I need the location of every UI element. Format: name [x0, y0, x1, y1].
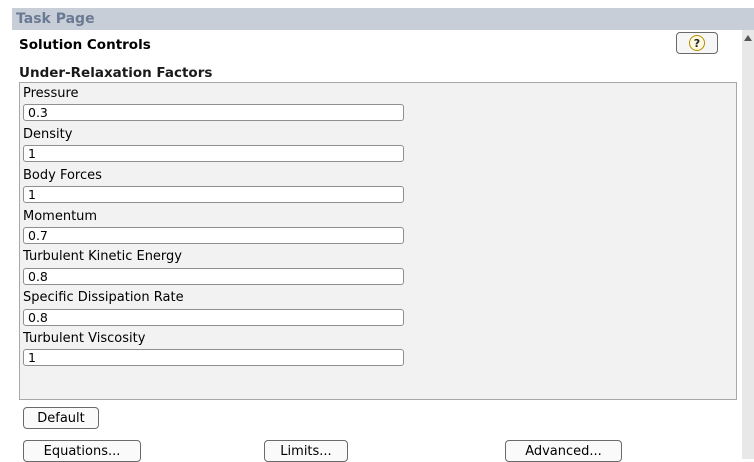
pressure-label: Pressure	[23, 86, 79, 101]
body-forces-input[interactable]	[23, 186, 404, 203]
under-relaxation-group: Pressure Density Body Forces Momentum Tu…	[19, 82, 737, 400]
specific-dissipation-rate-label: Specific Dissipation Rate	[23, 290, 184, 305]
momentum-input[interactable]	[23, 227, 404, 244]
momentum-label: Momentum	[23, 209, 98, 224]
default-button[interactable]: Default	[23, 407, 99, 429]
help-icon: ?	[689, 35, 705, 51]
turbulent-viscosity-input[interactable]	[23, 349, 404, 366]
task-page-title: Task Page	[16, 11, 95, 27]
panel-title: Solution Controls	[19, 37, 151, 53]
task-page-header: Task Page	[12, 8, 754, 30]
scroll-up-arrow-icon[interactable]	[744, 35, 752, 41]
turbulent-kinetic-energy-input[interactable]	[23, 268, 404, 285]
body-forces-label: Body Forces	[23, 168, 102, 183]
density-label: Density	[23, 127, 73, 142]
pressure-input[interactable]	[23, 104, 404, 121]
under-relaxation-title: Under-Relaxation Factors	[19, 65, 213, 81]
density-input[interactable]	[23, 145, 404, 162]
specific-dissipation-rate-input[interactable]	[23, 309, 404, 326]
vertical-scrollbar[interactable]	[742, 30, 754, 459]
turbulent-kinetic-energy-label: Turbulent Kinetic Energy	[23, 249, 182, 264]
solution-controls-panel: Solution Controls ? Under-Relaxation Fac…	[12, 30, 742, 462]
turbulent-viscosity-label: Turbulent Viscosity	[23, 331, 146, 346]
help-button[interactable]: ?	[676, 32, 718, 54]
